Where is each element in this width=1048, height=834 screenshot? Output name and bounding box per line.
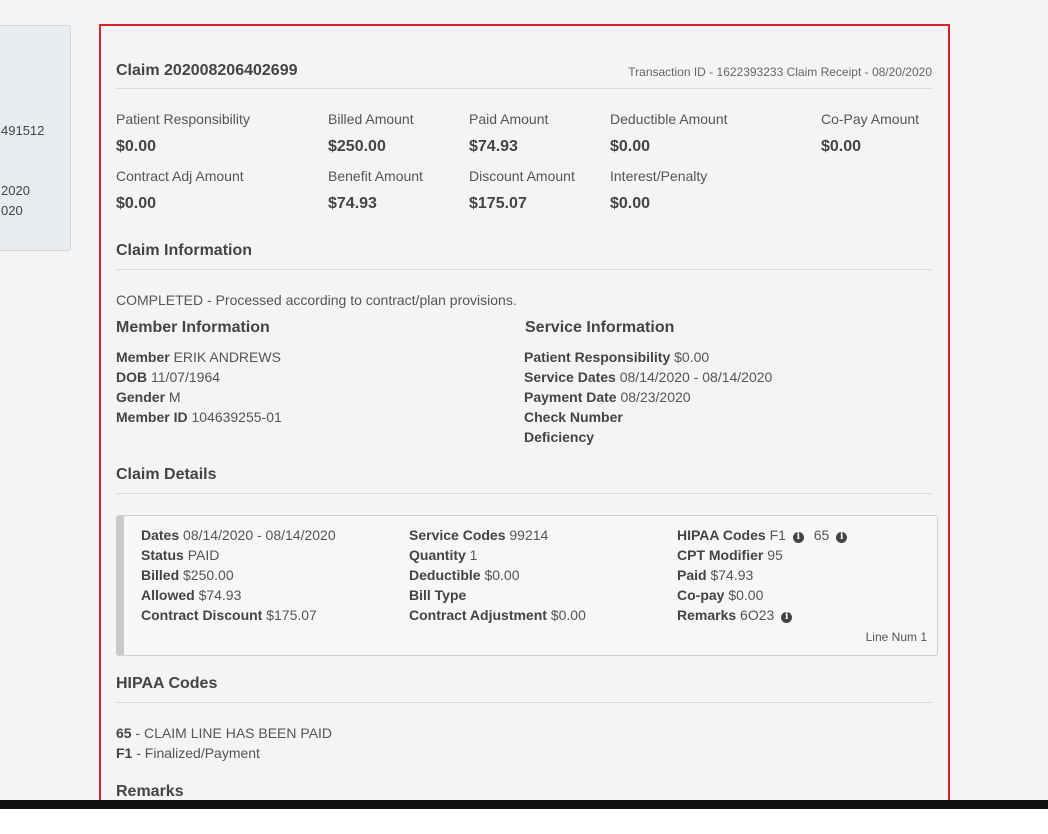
service-row: Check Number [524, 409, 623, 425]
detail-row: Co-pay $0.00 [677, 587, 764, 603]
divider [116, 88, 932, 89]
claim-information-heading: Claim Information [116, 242, 253, 259]
hipaa-code-row: 65 - CLAIM LINE HAS BEEN PAID [116, 725, 333, 741]
service-row: Service Dates 08/14/2020 - 08/14/2020 [524, 369, 773, 385]
amount-label: Billed Amount [328, 111, 414, 127]
detail-row: Status PAID [141, 547, 220, 563]
transaction-info: Transaction ID - 1622393233 Claim Receip… [628, 65, 932, 79]
detail-row: Remarks 6O23 i [677, 607, 793, 623]
amount-label: Discount Amount [469, 168, 575, 184]
amount-value: $0.00 [610, 195, 651, 212]
remarks-heading: Remarks [116, 783, 184, 800]
amount-label: Deductible Amount [610, 111, 728, 127]
amount-value: $0.00 [821, 138, 862, 155]
service-information-heading: Service Information [525, 319, 675, 336]
detail-row: Bill Type [409, 587, 467, 603]
amount-value: $175.07 [469, 195, 527, 212]
claim-title: Claim 202008206402699 [116, 62, 298, 79]
card-line: 020 [1, 203, 23, 218]
claim-detail-panel: Claim 202008206402699 Transaction ID - 1… [99, 24, 950, 816]
bottom-bar [0, 800, 1048, 834]
claim-line-card: Dates 08/14/2020 - 08/14/2020 Status PAI… [116, 515, 938, 656]
member-information-heading: Member Information [116, 319, 270, 336]
member-row: Gender M [116, 389, 181, 405]
detail-row: Service Codes 99214 [409, 527, 549, 543]
member-row: Member ERIK ANDREWS [116, 349, 281, 365]
detail-row: Contract Adjustment $0.00 [409, 607, 586, 623]
divider [116, 702, 932, 703]
divider [116, 493, 932, 494]
amount-label: Interest/Penalty [610, 168, 708, 184]
detail-row: Allowed $74.93 [141, 587, 242, 603]
claim-status-text: COMPLETED - Processed according to contr… [116, 292, 517, 308]
detail-row: Contract Discount $175.07 [141, 607, 317, 623]
service-row: Payment Date 08/23/2020 [524, 389, 691, 405]
bottom-shadow [0, 800, 1048, 809]
previous-claim-card[interactable]: 491512 2020 020 [0, 25, 71, 251]
detail-row: HIPAA Codes F1 i 65 i [677, 527, 848, 543]
detail-row: Dates 08/14/2020 - 08/14/2020 [141, 527, 336, 543]
detail-row: Paid $74.93 [677, 567, 754, 583]
amount-value: $0.00 [610, 138, 651, 155]
detail-row: CPT Modifier 95 [677, 547, 783, 563]
amount-label: Contract Adj Amount [116, 168, 244, 184]
info-icon[interactable]: i [792, 532, 804, 543]
detail-row: Deductible $0.00 [409, 567, 520, 583]
amount-value: $74.93 [469, 138, 518, 155]
line-number: Line Num 1 [865, 630, 927, 644]
info-icon[interactable]: i [836, 532, 848, 543]
amount-value: $250.00 [328, 138, 386, 155]
amount-label: Patient Responsibility [116, 111, 250, 127]
service-row: Patient Responsibility $0.00 [524, 349, 710, 365]
hipaa-code-row: F1 - Finalized/Payment [116, 745, 260, 761]
amount-value: $0.00 [116, 195, 157, 212]
amount-label: Co-Pay Amount [821, 111, 920, 127]
service-row: Deficiency [524, 429, 595, 445]
claim-details-heading: Claim Details [116, 466, 217, 483]
hipaa-codes-heading: HIPAA Codes [116, 675, 218, 692]
card-line: 491512 [1, 123, 45, 138]
info-icon[interactable]: i [781, 612, 793, 623]
amount-label: Benefit Amount [328, 168, 423, 184]
member-row: Member ID 104639255-01 [116, 409, 282, 425]
member-row: DOB 11/07/1964 [116, 369, 221, 385]
divider [116, 269, 932, 270]
amount-label: Paid Amount [469, 111, 549, 127]
detail-row: Billed $250.00 [141, 567, 234, 583]
amount-value: $0.00 [116, 138, 157, 155]
card-line: 2020 [1, 183, 30, 198]
detail-row: Quantity 1 [409, 547, 478, 563]
amount-value: $74.93 [328, 195, 377, 212]
